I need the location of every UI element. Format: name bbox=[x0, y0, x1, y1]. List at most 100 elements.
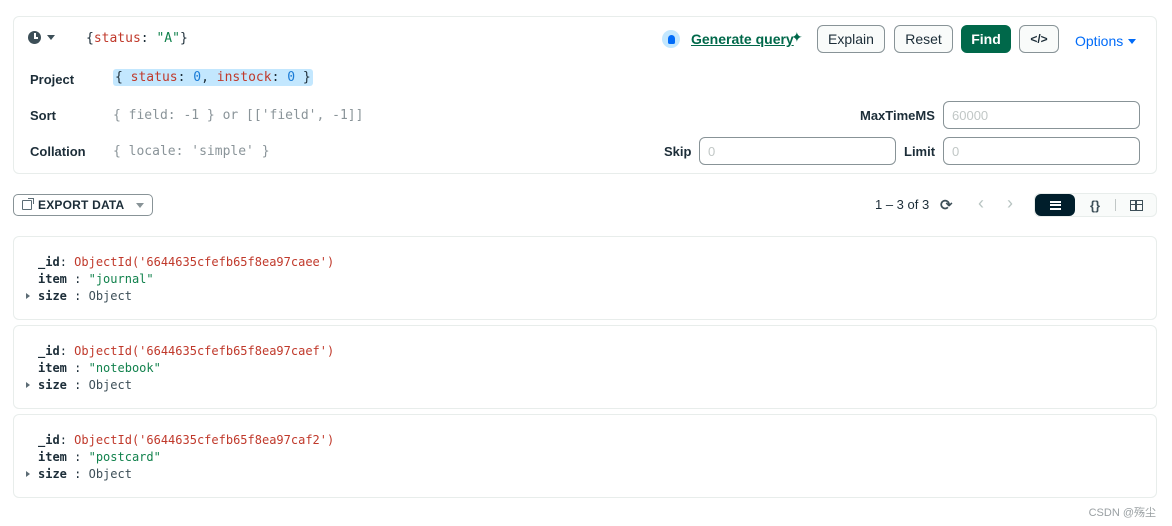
field-key: item bbox=[38, 272, 67, 286]
skip-input[interactable] bbox=[699, 137, 896, 165]
doc-field-id: _id: ObjectId('6644635cfefb65f8ea97caf2'… bbox=[38, 433, 334, 447]
sort-input[interactable]: { field: -1 } or [['field', -1]] bbox=[113, 108, 363, 123]
expand-caret-icon[interactable] bbox=[26, 382, 30, 388]
field-colon: : bbox=[59, 344, 75, 358]
doc-field-id: _id: ObjectId('6644635cfefb65f8ea97caee'… bbox=[38, 255, 334, 269]
lightbulb-icon bbox=[662, 30, 680, 48]
collation-label: Collation bbox=[30, 144, 86, 159]
previous-page-icon[interactable]: ‹ bbox=[978, 193, 984, 214]
chevron-down-icon bbox=[47, 35, 55, 40]
project-token: : bbox=[177, 70, 194, 85]
table-icon bbox=[1129, 199, 1143, 211]
explain-button[interactable]: Explain bbox=[817, 25, 885, 53]
max-time-ms-input[interactable] bbox=[943, 101, 1140, 129]
json-view-button[interactable]: {} bbox=[1075, 194, 1115, 216]
field-colon: : bbox=[66, 378, 89, 392]
field-value: ObjectId('6644635cfefb65f8ea97caee') bbox=[74, 255, 335, 269]
field-key: size bbox=[38, 289, 67, 303]
collation-input[interactable]: { locale: 'simple' } bbox=[113, 144, 270, 159]
project-label: Project bbox=[30, 72, 75, 87]
options-toggle[interactable]: Options bbox=[1075, 33, 1137, 49]
filter-brace-open: { bbox=[86, 31, 94, 46]
project-value: { status: 0, instock: 0 } bbox=[113, 69, 313, 86]
project-token: } bbox=[295, 70, 311, 85]
list-icon bbox=[1049, 200, 1061, 210]
field-key: item bbox=[38, 361, 67, 375]
field-value: ObjectId('6644635cfefb65f8ea97caf2') bbox=[74, 433, 335, 447]
doc-field-item: item : "notebook" bbox=[38, 361, 161, 375]
view-switcher: {} bbox=[1034, 193, 1157, 217]
doc-field-size: size : Object bbox=[38, 378, 132, 392]
doc-field-size: size : Object bbox=[38, 289, 132, 303]
next-page-icon[interactable]: › bbox=[1007, 193, 1013, 214]
doc-field-item: item : "journal" bbox=[38, 272, 154, 286]
project-input[interactable]: { status: 0, instock: 0 } bbox=[113, 69, 313, 86]
project-token: 0 bbox=[287, 70, 296, 85]
limit-label: Limit bbox=[904, 144, 936, 159]
watermark: CSDN @殇尘 bbox=[1088, 507, 1156, 519]
export-to-language-button[interactable]: </> bbox=[1019, 25, 1059, 53]
filter-brace-close: } bbox=[179, 31, 188, 46]
doc-field-size: size : Object bbox=[38, 467, 132, 481]
pagination-count: 1 – 3 of 3 bbox=[875, 197, 930, 212]
skip-label: Skip bbox=[664, 144, 692, 159]
field-colon: : bbox=[66, 450, 89, 464]
field-key: size bbox=[38, 378, 67, 392]
caret-down-icon bbox=[136, 202, 145, 208]
project-token: { bbox=[115, 70, 131, 85]
query-history-button[interactable] bbox=[28, 31, 55, 44]
filter-key: status bbox=[93, 31, 141, 46]
project-token: : bbox=[271, 70, 288, 85]
doc-field-id: _id: ObjectId('6644635cfefb65f8ea97caef'… bbox=[38, 344, 334, 358]
document-card[interactable]: _id: ObjectId('6644635cfefb65f8ea97caee'… bbox=[13, 236, 1157, 320]
list-view-button[interactable] bbox=[1035, 194, 1075, 216]
curly-braces-icon: {} bbox=[1089, 197, 1101, 213]
options-label: Options bbox=[1075, 33, 1124, 49]
field-colon: : bbox=[66, 467, 89, 481]
field-value: "notebook" bbox=[88, 361, 161, 375]
field-key: _id bbox=[38, 255, 60, 269]
expand-caret-icon[interactable] bbox=[26, 293, 30, 299]
field-key: item bbox=[38, 450, 67, 464]
export-data-button[interactable]: EXPORT DATA bbox=[13, 194, 153, 216]
limit-input[interactable] bbox=[943, 137, 1140, 165]
field-key: size bbox=[38, 467, 67, 481]
find-button[interactable]: Find bbox=[961, 25, 1011, 53]
generate-query-link[interactable]: Generate query bbox=[691, 31, 794, 47]
filter-colon: : bbox=[140, 31, 157, 46]
table-view-button[interactable] bbox=[1116, 194, 1156, 216]
sort-label: Sort bbox=[30, 108, 56, 123]
field-colon: : bbox=[66, 361, 89, 375]
clock-icon bbox=[28, 31, 41, 44]
field-value: Object bbox=[88, 467, 132, 481]
sparkle-icon: ✦ bbox=[791, 29, 803, 45]
filter-value: "A" bbox=[156, 31, 180, 46]
field-colon: : bbox=[66, 289, 89, 303]
document-card[interactable]: _id: ObjectId('6644635cfefb65f8ea97caef'… bbox=[13, 325, 1157, 409]
export-icon bbox=[22, 198, 34, 210]
expand-caret-icon[interactable] bbox=[26, 471, 30, 477]
doc-field-item: item : "postcard" bbox=[38, 450, 161, 464]
caret-down-icon bbox=[1128, 38, 1137, 44]
project-token: instock bbox=[216, 70, 272, 85]
field-key: _id bbox=[38, 433, 60, 447]
field-value: "journal" bbox=[88, 272, 154, 286]
field-value: Object bbox=[88, 378, 132, 392]
reset-button[interactable]: Reset bbox=[894, 25, 953, 53]
project-token: , bbox=[201, 70, 217, 85]
project-token: 0 bbox=[193, 70, 202, 85]
filter-input[interactable]: {status: "A"} bbox=[86, 31, 188, 46]
field-colon: : bbox=[59, 255, 75, 269]
document-card[interactable]: _id: ObjectId('6644635cfefb65f8ea97caf2'… bbox=[13, 414, 1157, 498]
field-value: Object bbox=[88, 289, 132, 303]
field-key: _id bbox=[38, 344, 60, 358]
field-value: "postcard" bbox=[88, 450, 161, 464]
max-time-ms-label: MaxTimeMS bbox=[860, 108, 935, 123]
field-value: ObjectId('6644635cfefb65f8ea97caef') bbox=[74, 344, 335, 358]
field-colon: : bbox=[66, 272, 89, 286]
refresh-icon[interactable]: ⟳ bbox=[940, 196, 953, 214]
field-colon: : bbox=[59, 433, 75, 447]
project-token: status bbox=[130, 70, 178, 85]
export-data-label: EXPORT DATA bbox=[38, 198, 125, 212]
query-bar: {status: "A"} Generate query ✦ Explain R… bbox=[13, 16, 1157, 174]
